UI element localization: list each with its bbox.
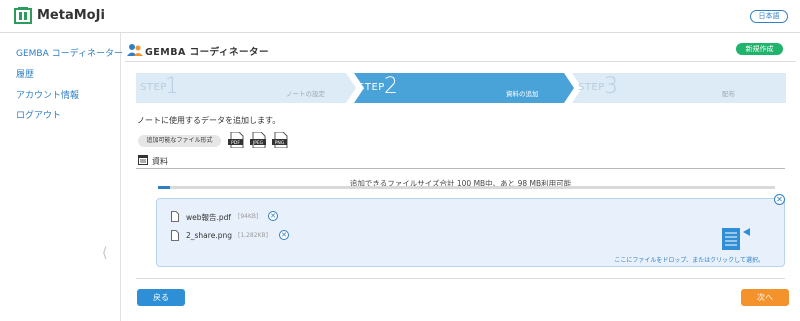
remove-file-icon[interactable]: ✕: [279, 230, 289, 240]
sidebar-item-gemba-coordinator[interactable]: GEMBA コーディネーター: [16, 46, 123, 59]
materials-icon: [138, 155, 148, 165]
file-name: 2_share.png: [186, 231, 232, 240]
png-file-type-icon: PNG: [272, 132, 288, 148]
step-2-number: 2: [384, 74, 398, 99]
title-divider: [125, 61, 796, 62]
pdf-label: PDF: [231, 140, 240, 146]
step-2-prefix: STEP: [358, 82, 385, 93]
drop-hint-text: ここにファイルをドロップ、またはクリックして選択。: [614, 257, 764, 264]
step-3-prefix: STEP: [578, 82, 605, 93]
quota-bar: [158, 186, 775, 189]
step-arrows: [136, 73, 786, 103]
step-1-prefix: STEP: [140, 82, 167, 93]
materials-label: 資料: [152, 157, 168, 166]
instruction-text: ノートに使用するデータを追加します。: [137, 116, 281, 125]
coordinator-users-icon: [127, 44, 143, 56]
drop-zone-close-icon[interactable]: ✕: [774, 194, 785, 205]
app-logo-text: MetaMoJi: [37, 8, 105, 23]
back-button[interactable]: 戻る: [137, 289, 185, 306]
main-content: GEMBA コーディネーター 新規作成 STEP 1 ノートの設定 STEP 2…: [121, 33, 800, 321]
step-1-label: ノートの設定: [286, 90, 325, 98]
supported-formats-button[interactable]: 追加可能なファイル形式: [138, 135, 221, 147]
sidebar-item-logout[interactable]: ログアウト: [16, 108, 61, 121]
sidebar-item-account-info[interactable]: アカウント情報: [16, 88, 79, 101]
footer-divider: [136, 278, 785, 279]
metamoji-logo-icon: [14, 7, 32, 24]
materials-divider: [136, 168, 785, 169]
document-icon: [171, 230, 179, 241]
sidebar: GEMBA コーディネーター 履歴 アカウント情報 ログアウト ⟨: [0, 33, 123, 321]
step-1-number: 1: [165, 74, 179, 99]
jpeg-label: JPEG: [252, 140, 264, 146]
page-title: GEMBA コーディネーター: [145, 47, 269, 58]
png-label: PNG: [275, 140, 285, 146]
step-3-label: 配布: [722, 90, 735, 98]
step-2-label: 資料の追加: [506, 90, 539, 98]
language-button[interactable]: 日本語: [750, 10, 788, 23]
sidebar-item-history[interactable]: 履歴: [16, 67, 34, 80]
document-icon: [171, 211, 179, 222]
step-indicator: STEP 1 ノートの設定 STEP 2 資料の追加 STEP 3 配布: [136, 73, 786, 103]
pdf-file-type-icon: PDF: [228, 132, 244, 148]
file-drop-zone[interactable]: ✕ web報告.pdf [94KB] ✕ 2_share.png [1,282K…: [156, 194, 785, 267]
step-3-number: 3: [604, 74, 618, 99]
sidebar-collapse-icon[interactable]: ⟨: [102, 245, 107, 261]
jpeg-file-type-icon: JPEG: [250, 132, 266, 148]
app-header: MetaMoJi 日本語: [0, 0, 800, 33]
file-size: [1,282KB]: [238, 232, 268, 239]
file-size: [94KB]: [238, 213, 259, 220]
next-button[interactable]: 次へ: [741, 289, 789, 306]
file-name: web報告.pdf: [186, 213, 232, 222]
new-create-button[interactable]: 新規作成: [736, 43, 783, 55]
drop-document-icon: [722, 228, 750, 250]
quota-bar-fill: [158, 186, 171, 189]
remove-file-icon[interactable]: ✕: [268, 211, 278, 221]
